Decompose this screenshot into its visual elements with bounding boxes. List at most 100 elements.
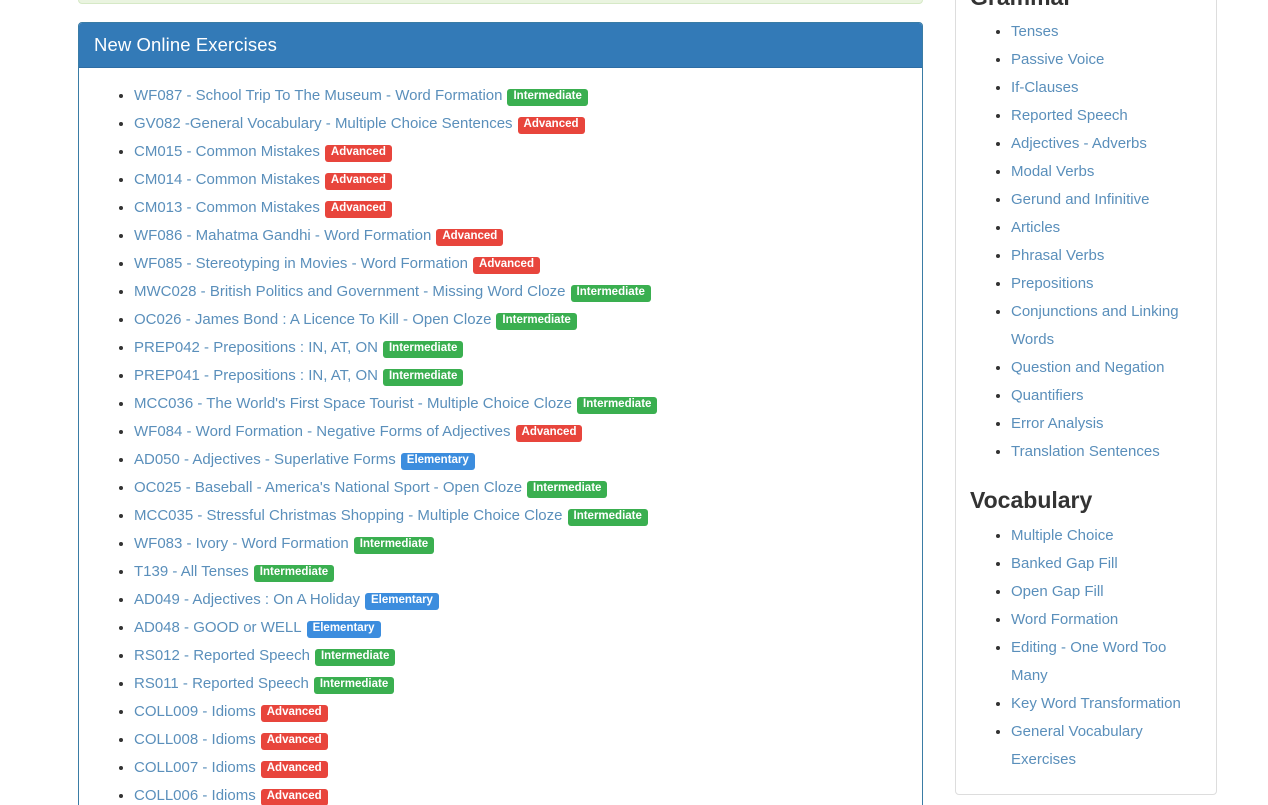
exercise-link[interactable]: GV082 -General Vocabulary - Multiple Cho… bbox=[134, 115, 513, 132]
sidebar-link-word-formation[interactable]: Word Formation bbox=[1011, 611, 1118, 628]
sidebar-link-articles[interactable]: Articles bbox=[1011, 219, 1060, 236]
exercise-link[interactable]: RS012 - Reported Speech bbox=[134, 647, 310, 664]
panel-body: WF087 - School Trip To The Museum - Word… bbox=[79, 68, 922, 805]
level-badge: Advanced bbox=[261, 789, 328, 805]
exercise-link[interactable]: T139 - All Tenses bbox=[134, 563, 249, 580]
sidebar-link-banked-gap-fill[interactable]: Banked Gap Fill bbox=[1011, 555, 1118, 572]
previous-panel-sliver bbox=[78, 0, 923, 4]
page-root: New Online Exercises WF087 - School Trip… bbox=[0, 0, 1268, 805]
level-badge: Intermediate bbox=[383, 369, 463, 386]
sidebar-link-open-gap-fill[interactable]: Open Gap Fill bbox=[1011, 583, 1104, 600]
sidebar-list-item: Question and Negation bbox=[1011, 354, 1202, 382]
level-badge: Elementary bbox=[365, 593, 439, 610]
exercise-list-item: MWC028 - British Politics and Government… bbox=[134, 278, 907, 306]
sidebar-link-phrasal-verbs[interactable]: Phrasal Verbs bbox=[1011, 247, 1104, 264]
sidebar-link-conjunctions-and-linking-words[interactable]: Conjunctions and Linking Words bbox=[1011, 303, 1179, 348]
exercise-link[interactable]: COLL008 - Idioms bbox=[134, 731, 256, 748]
exercise-link[interactable]: AD049 - Adjectives : On A Holiday bbox=[134, 591, 360, 608]
exercise-list-item: OC026 - James Bond : A Licence To Kill -… bbox=[134, 306, 907, 334]
exercise-link[interactable]: MWC028 - British Politics and Government… bbox=[134, 283, 566, 300]
sidebar-link-prepositions[interactable]: Prepositions bbox=[1011, 275, 1094, 292]
exercise-list-item: OC025 - Baseball - America's National Sp… bbox=[134, 474, 907, 502]
exercise-link[interactable]: CM015 - Common Mistakes bbox=[134, 143, 320, 160]
exercise-link[interactable]: PREP041 - Prepositions : IN, AT, ON bbox=[134, 367, 378, 384]
exercise-list-item: WF087 - School Trip To The Museum - Word… bbox=[134, 82, 907, 110]
exercise-link[interactable]: AD048 - GOOD or WELL bbox=[134, 619, 302, 636]
exercise-list-item: CM013 - Common MistakesAdvanced bbox=[134, 194, 907, 222]
sidebar-section-list: Multiple Choice Banked Gap Fill Open Gap F… bbox=[970, 522, 1202, 774]
sidebar-list-item: Conjunctions and Linking Words bbox=[1011, 298, 1202, 354]
level-badge: Intermediate bbox=[571, 285, 651, 302]
sidebar-list-item: Key Word Transformation bbox=[1011, 690, 1202, 718]
exercise-link[interactable]: WF084 - Word Formation - Negative Forms … bbox=[134, 423, 511, 440]
exercise-link[interactable]: WF087 - School Trip To The Museum - Word… bbox=[134, 87, 502, 104]
sidebar-link-modal-verbs[interactable]: Modal Verbs bbox=[1011, 163, 1094, 180]
exercise-list-item: AD048 - GOOD or WELLElementary bbox=[134, 614, 907, 642]
exercise-link[interactable]: AD050 - Adjectives - Superlative Forms bbox=[134, 451, 396, 468]
exercise-link[interactable]: WF085 - Stereotyping in Movies - Word Fo… bbox=[134, 255, 468, 272]
sidebar-list-item: If-Clauses bbox=[1011, 74, 1202, 102]
sidebar-link-quantifiers[interactable]: Quantifiers bbox=[1011, 387, 1084, 404]
sidebar-link-translation-sentences[interactable]: Translation Sentences bbox=[1011, 443, 1160, 460]
sidebar-link-error-analysis[interactable]: Error Analysis bbox=[1011, 415, 1104, 432]
categories-panel-body: GrammarTensesPassive VoiceIf-ClausesRepo… bbox=[956, 0, 1216, 774]
level-badge: Intermediate bbox=[354, 537, 434, 554]
exercise-link[interactable]: OC025 - Baseball - America's National Sp… bbox=[134, 479, 522, 496]
exercise-link[interactable]: MCC036 - The World's First Space Tourist… bbox=[134, 395, 572, 412]
exercise-list-item: COLL006 - Idioms Advanced bbox=[134, 782, 907, 805]
exercise-link[interactable]: MCC035 - Stressful Christmas Shopping - … bbox=[134, 507, 563, 524]
exercise-list-item: MCC035 - Stressful Christmas Shopping - … bbox=[134, 502, 907, 530]
exercise-link[interactable]: RS011 - Reported Speech bbox=[134, 675, 309, 692]
exercise-list-item: CM015 - Common MistakesAdvanced bbox=[134, 138, 907, 166]
sidebar-list-item: Quantifiers bbox=[1011, 382, 1202, 410]
level-badge: Advanced bbox=[516, 425, 583, 442]
level-badge: Elementary bbox=[401, 453, 475, 470]
level-badge: Intermediate bbox=[568, 509, 648, 526]
exercise-link[interactable]: COLL009 - Idioms bbox=[134, 703, 256, 720]
level-badge: Advanced bbox=[261, 733, 328, 750]
exercise-list-item: GV082 -General Vocabulary - Multiple Cho… bbox=[134, 110, 907, 138]
sidebar-link-tenses[interactable]: Tenses bbox=[1011, 23, 1059, 40]
level-badge: Advanced bbox=[518, 117, 585, 134]
sidebar-link-key-word-transformation[interactable]: Key Word Transformation bbox=[1011, 695, 1181, 712]
level-badge: Advanced bbox=[261, 705, 328, 722]
exercise-list-item: COLL007 - Idioms Advanced bbox=[134, 754, 907, 782]
level-badge: Advanced bbox=[261, 761, 328, 778]
exercise-link[interactable]: COLL007 - Idioms bbox=[134, 759, 256, 776]
sidebar-link-question-and-negation[interactable]: Question and Negation bbox=[1011, 359, 1164, 376]
sidebar-link-passive-voice[interactable]: Passive Voice bbox=[1011, 51, 1104, 68]
sidebar-link-multiple-choice[interactable]: Multiple Choice bbox=[1011, 527, 1114, 544]
sidebar-list-item: Phrasal Verbs bbox=[1011, 242, 1202, 270]
level-badge: Intermediate bbox=[383, 341, 463, 358]
exercise-list-item: COLL008 - Idioms Advanced bbox=[134, 726, 907, 754]
exercise-link[interactable]: CM013 - Common Mistakes bbox=[134, 199, 320, 216]
sidebar-list-item: Prepositions bbox=[1011, 270, 1202, 298]
exercise-list-item: AD049 - Adjectives : On A Holiday Element… bbox=[134, 586, 907, 614]
exercise-link[interactable]: CM014 - Common Mistakes bbox=[134, 171, 320, 188]
sidebar-list-item: Gerund and Infinitive bbox=[1011, 186, 1202, 214]
level-badge: Advanced bbox=[436, 229, 503, 246]
exercise-list-item: WF084 - Word Formation - Negative Forms … bbox=[134, 418, 907, 446]
sidebar-list-item: Editing - One Word Too Many bbox=[1011, 634, 1202, 690]
exercise-list-item: T139 - All TensesIntermediate bbox=[134, 558, 907, 586]
exercise-link[interactable]: PREP042 - Prepositions : IN, AT, ON bbox=[134, 339, 378, 356]
sidebar-link-if-clauses[interactable]: If-Clauses bbox=[1011, 79, 1079, 96]
sidebar-link-general-vocabulary-exercises[interactable]: General Vocabulary Exercises bbox=[1011, 723, 1143, 768]
sidebar-list-item: Word Formation bbox=[1011, 606, 1202, 634]
exercise-link[interactable]: WF086 - Mahatma Gandhi - Word Formation bbox=[134, 227, 431, 244]
exercise-link[interactable]: COLL006 - Idioms bbox=[134, 787, 256, 804]
exercise-link[interactable]: OC026 - James Bond : A Licence To Kill -… bbox=[134, 311, 491, 328]
exercise-link[interactable]: WF083 - Ivory - Word Formation bbox=[134, 535, 349, 552]
sidebar-link-gerund-and-infinitive[interactable]: Gerund and Infinitive bbox=[1011, 191, 1149, 208]
level-badge: Intermediate bbox=[496, 313, 576, 330]
exercise-list-item: PREP042 - Prepositions : IN, AT, ON Inter… bbox=[134, 334, 907, 362]
sidebar-list-item: Passive Voice bbox=[1011, 46, 1202, 74]
sidebar-link-adjectives-adverbs[interactable]: Adjectives - Adverbs bbox=[1011, 135, 1147, 152]
sidebar-list-item: General Vocabulary Exercises bbox=[1011, 718, 1202, 774]
sidebar-list-item: Translation Sentences bbox=[1011, 438, 1202, 466]
level-badge: Intermediate bbox=[315, 649, 395, 666]
sidebar-link-editing-one-word-too-many[interactable]: Editing - One Word Too Many bbox=[1011, 639, 1166, 684]
sidebar-list-item: Multiple Choice bbox=[1011, 522, 1202, 550]
sidebar-link-reported-speech[interactable]: Reported Speech bbox=[1011, 107, 1128, 124]
sidebar-list-item: Adjectives - Adverbs bbox=[1011, 130, 1202, 158]
